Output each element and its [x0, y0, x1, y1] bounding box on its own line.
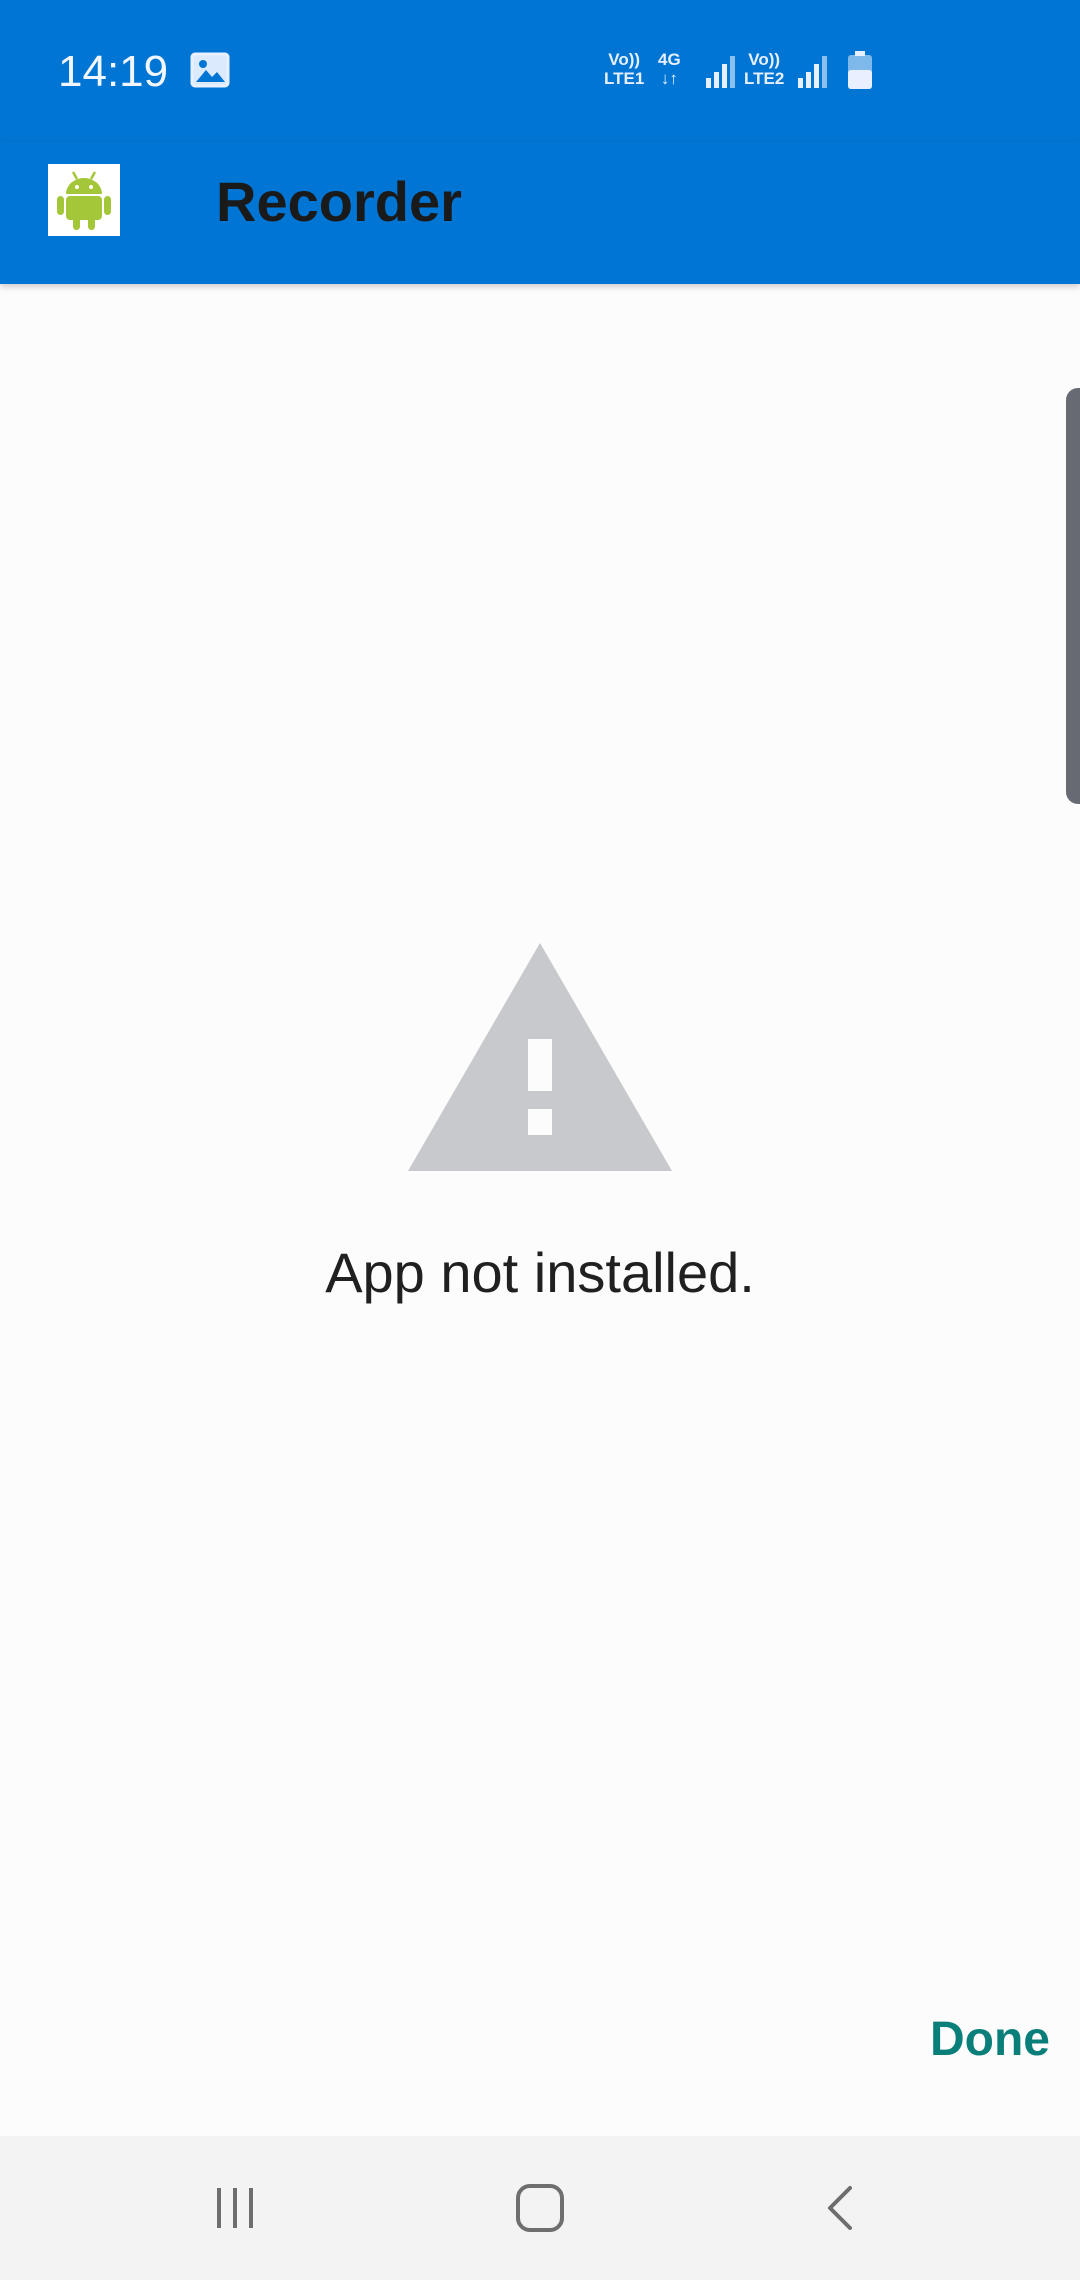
- app-bar: Recorder: [0, 142, 1080, 284]
- scroll-handle[interactable]: [1066, 388, 1080, 804]
- sim1-lte-label: LTE1: [604, 69, 645, 88]
- back-button[interactable]: [740, 2136, 940, 2280]
- battery-icon: [848, 51, 872, 89]
- home-button[interactable]: [440, 2136, 640, 2280]
- warning-icon: [408, 943, 672, 1171]
- sim2-lte-label: LTE2: [744, 69, 785, 88]
- status-time: 14:19: [58, 47, 169, 96]
- back-icon: [828, 2186, 852, 2230]
- gallery-icon: [190, 52, 230, 88]
- recent-apps-button[interactable]: [136, 2136, 336, 2280]
- sim1-indicator: Vo)) LTE1: [604, 50, 644, 88]
- sim1-volte-label: Vo)): [608, 50, 641, 69]
- status-bar: 14:19 Vo)) LTE1 4G ↓↑ Vo)) LTE2: [0, 0, 1080, 142]
- network-type-label: 4G: [658, 50, 681, 69]
- install-status-message: App not installed.: [325, 1241, 755, 1304]
- signal-icon: [706, 56, 735, 88]
- sim2-indicator: Vo)) LTE2: [744, 50, 784, 88]
- home-icon: [516, 2184, 564, 2232]
- signal-icon: [798, 56, 827, 88]
- recent-apps-icon: [217, 2188, 253, 2228]
- android-icon: [48, 164, 120, 236]
- data-activity-label: ↓↑: [660, 69, 678, 88]
- network-type-indicator: 4G ↓↑: [658, 50, 681, 88]
- navigation-bar: [0, 2136, 1080, 2280]
- done-button[interactable]: Done: [880, 1980, 1050, 2100]
- app-title: Recorder: [216, 170, 462, 233]
- sim2-volte-label: Vo)): [748, 50, 781, 69]
